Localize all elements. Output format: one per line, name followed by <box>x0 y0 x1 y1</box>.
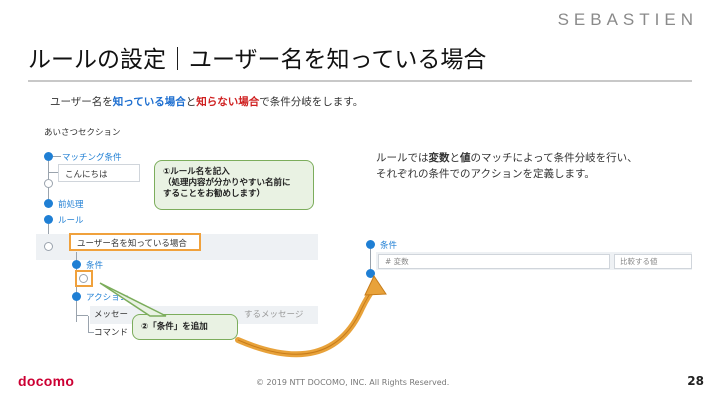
page-number: 28 <box>687 374 704 388</box>
docomo-logo: docomo <box>18 373 75 389</box>
copyright-text: © 2019 NTT DOCOMO, INC. All Rights Reser… <box>256 378 450 387</box>
flow-arrow-body <box>235 285 377 358</box>
flow-arrow-head <box>364 274 387 296</box>
flow-arrow <box>235 274 387 358</box>
